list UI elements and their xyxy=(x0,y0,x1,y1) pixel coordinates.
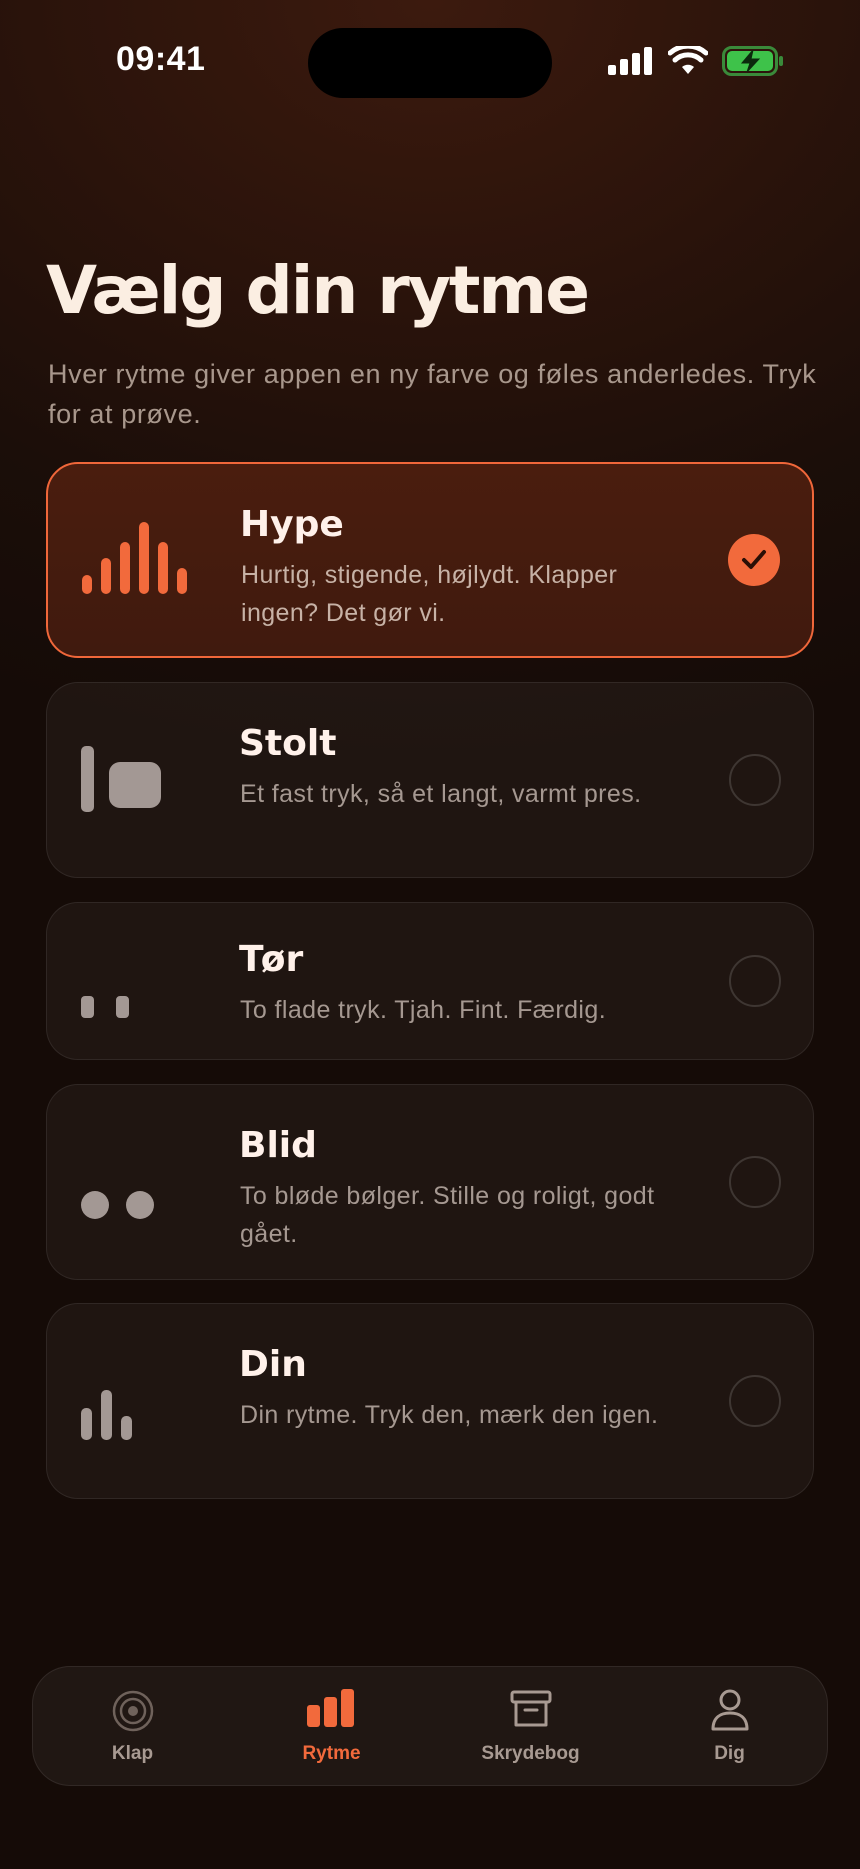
rhythm-title: Blid xyxy=(239,1125,317,1166)
rhythm-description: To flade tryk. Tjah. Fint. Færdig. xyxy=(240,996,607,1024)
tab-skrydebog[interactable]: Skrydebog xyxy=(431,1667,630,1787)
status-time: 09:41 xyxy=(116,40,206,78)
rhythm-description: Hurtig, stigende, højlydt. Klapper ingen… xyxy=(241,561,618,627)
rhythm-description: Din rytme. Tryk den, mærk den igen. xyxy=(240,1401,659,1429)
status-icons xyxy=(608,46,784,76)
tab-bar: Klap Rytme Skrydebog Dig xyxy=(32,1666,828,1786)
archive-box-icon xyxy=(510,1689,552,1733)
rhythm-card-stolt[interactable]: Stolt Et fast tryk, så et langt, varmt p… xyxy=(46,682,814,878)
rhythm-card-din[interactable]: Din Din rytme. Tryk den, mærk den igen. xyxy=(46,1303,814,1499)
signal-icon xyxy=(608,47,652,75)
selected-check-icon[interactable] xyxy=(728,534,780,586)
rhythm-card-blid[interactable]: Blid To bløde bølger. Stille og roligt, … xyxy=(46,1084,814,1280)
bars-icon xyxy=(306,1689,357,1733)
tab-klap[interactable]: Klap xyxy=(33,1667,232,1787)
rhythm-description: Et fast tryk, så et langt, varmt pres. xyxy=(240,780,642,808)
rhythm-title: Hype xyxy=(240,504,344,545)
rhythm-title: Din xyxy=(239,1344,307,1385)
two-dots-icon xyxy=(81,1189,161,1225)
tab-label: Dig xyxy=(714,1743,745,1764)
target-icon xyxy=(111,1689,155,1737)
rhythm-card-hype[interactable]: Hype Hurtig, stigende, højlydt. Klapper … xyxy=(46,462,814,658)
rhythm-title: Tør xyxy=(239,939,304,980)
page-subtitle: Hver rytme giver appen en ny farve og fø… xyxy=(48,359,817,429)
tab-label: Rytme xyxy=(302,1743,361,1764)
dynamic-island xyxy=(308,28,552,98)
tab-label: Skrydebog xyxy=(481,1743,580,1764)
battery-charging-icon xyxy=(722,46,783,76)
tab-label: Klap xyxy=(111,1743,154,1764)
three-bars-icon xyxy=(81,1386,141,1446)
rhythm-card-tor[interactable]: Tør To flade tryk. Tjah. Fint. Færdig. xyxy=(46,902,814,1060)
radio-button[interactable] xyxy=(729,1375,781,1427)
rising-bars-icon xyxy=(82,518,192,602)
tab-rytme[interactable]: Rytme xyxy=(232,1667,431,1787)
rhythm-description: To bløde bølger. Stille og roligt, godt … xyxy=(240,1182,655,1248)
radio-button[interactable] xyxy=(729,754,781,806)
person-icon xyxy=(710,1689,750,1735)
bar-and-block-icon xyxy=(81,742,171,818)
wifi-icon xyxy=(668,46,708,74)
tab-dig[interactable]: Dig xyxy=(630,1667,829,1787)
radio-button[interactable] xyxy=(729,1156,781,1208)
rhythm-title: Stolt xyxy=(239,723,337,764)
radio-button[interactable] xyxy=(729,955,781,1007)
page-title: Vælg din rytme xyxy=(46,252,590,329)
screen: 09:41 Vælg din rytme Hver rytme giver ap… xyxy=(0,0,860,1869)
two-flat-marks-icon xyxy=(81,994,141,1024)
